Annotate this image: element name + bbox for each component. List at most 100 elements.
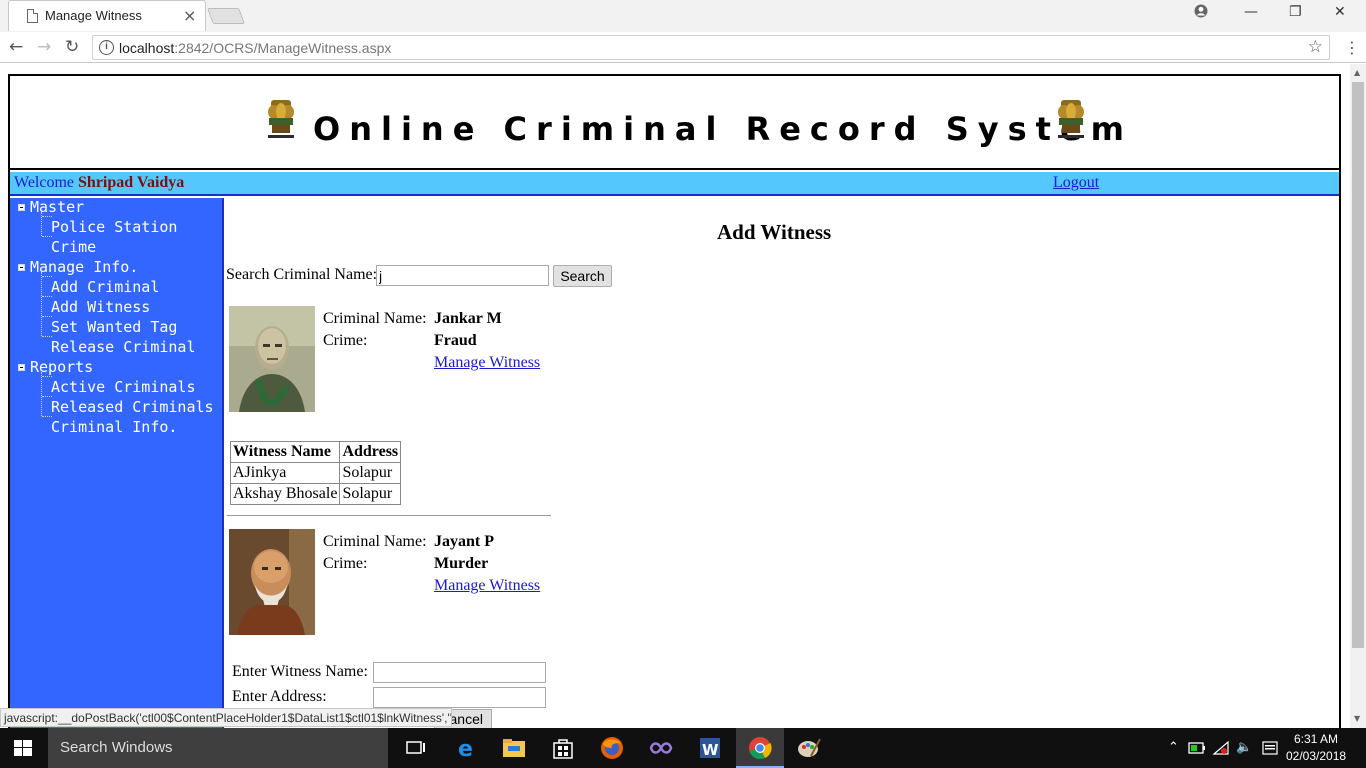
browser-tab[interactable]: Manage Witness × — [8, 0, 206, 31]
nav-item-release-criminal[interactable]: Release Criminal — [51, 338, 196, 356]
witness-name-field[interactable] — [373, 662, 546, 683]
criminal-photo — [229, 306, 315, 412]
url-text: localhost:2842/OCRS/ManageWitness.aspx — [119, 40, 392, 56]
tab-title: Manage Witness — [45, 8, 142, 23]
paint-icon[interactable] — [795, 734, 823, 762]
browser-menu-icon[interactable]: ⋮ — [1344, 38, 1360, 57]
crime-label: Crime: — [323, 555, 368, 572]
word-icon[interactable]: W — [696, 734, 724, 762]
table-row: Akshay Bhosale Solapur — [229, 483, 402, 505]
collapse-icon[interactable] — [18, 264, 25, 271]
page-icon — [27, 9, 38, 23]
file-explorer-icon[interactable] — [500, 734, 528, 762]
search-input[interactable] — [376, 265, 549, 286]
nav-item-set-wanted-tag[interactable]: Set Wanted Tag — [51, 318, 177, 336]
criminal-photo — [229, 529, 315, 635]
emblem-icon — [268, 100, 294, 138]
crime-value: Fraud — [434, 332, 477, 349]
minimize-icon[interactable]: — — [1244, 4, 1258, 20]
clock-time: 6:31 AM — [1293, 732, 1339, 746]
nav-item-active-criminals[interactable]: Active Criminals — [51, 378, 196, 396]
system-clock[interactable]: 6:31 AM 02/03/2018 — [1286, 731, 1346, 765]
back-icon[interactable]: ← — [9, 37, 23, 57]
nav-group-manage-info[interactable]: Manage Info. — [30, 258, 138, 276]
site-title: Online Criminal Record System — [313, 110, 1133, 148]
scroll-thumb[interactable] — [1352, 82, 1364, 648]
search-label: Search Criminal Name: — [226, 266, 378, 283]
emblem-icon — [1058, 100, 1084, 138]
criminal-name: Jankar M — [434, 310, 502, 327]
welcome-text: Welcome Shripad Vaidya — [14, 174, 185, 191]
edge-icon[interactable]: e — [452, 734, 480, 762]
status-bar-url: javascript:__doPostBack('ctl00$ContentPl… — [0, 708, 452, 727]
page-viewport: Online Criminal Record System Welcome Sh… — [0, 64, 1350, 728]
criminal-name-label: Criminal Name: — [323, 310, 427, 327]
divider — [227, 515, 551, 516]
criminal-name: Jayant P — [434, 533, 494, 550]
collapse-icon[interactable] — [18, 204, 25, 211]
table-cell: Solapur — [339, 462, 402, 484]
profile-icon[interactable] — [1194, 4, 1208, 22]
reload-icon[interactable]: ↻ — [65, 37, 79, 57]
info-icon[interactable]: i — [99, 40, 114, 55]
restore-icon[interactable]: ❐ — [1289, 4, 1302, 20]
column-header: Witness Name — [229, 441, 341, 463]
close-window-icon[interactable]: ✕ — [1334, 4, 1346, 20]
crime-label: Crime: — [323, 332, 368, 349]
chrome-icon[interactable] — [746, 734, 774, 762]
user-name: Shripad Vaidya — [78, 174, 185, 191]
site-header: Online Criminal Record System — [10, 76, 1339, 170]
nav-group-reports[interactable]: Reports — [30, 358, 93, 376]
new-tab-button[interactable] — [207, 8, 245, 24]
witness-name-label: Enter Witness Name: — [232, 663, 368, 680]
manage-witness-link[interactable]: Manage Witness — [434, 354, 540, 372]
nav-item-add-criminal[interactable]: Add Criminal — [51, 278, 159, 296]
sidebar-nav: Master Police Station Crime Manage Info.… — [10, 198, 224, 728]
welcome-bar: Welcome Shripad Vaidya Logout — [10, 172, 1339, 196]
network-icon[interactable] — [1212, 740, 1230, 756]
taskbar: Search Windows e W ⌃ 🔈 6:31 AM 02/03/201… — [0, 728, 1366, 768]
criminal-name-label: Criminal Name: — [323, 533, 427, 550]
taskbar-search[interactable]: Search Windows — [48, 728, 388, 768]
nav-item-crime[interactable]: Crime — [51, 238, 96, 256]
keyboard-icon[interactable] — [1262, 740, 1278, 756]
scroll-up-icon[interactable]: ▲ — [1354, 68, 1360, 77]
nav-group-master[interactable]: Master — [30, 198, 84, 216]
firefox-icon[interactable] — [598, 734, 626, 762]
bookmark-star-icon[interactable]: ☆ — [1308, 37, 1323, 57]
table-header-row: Witness Name Address — [229, 441, 402, 463]
visual-studio-icon[interactable] — [647, 734, 675, 762]
table-cell: AJinkya — [229, 462, 341, 484]
clock-date: 02/03/2018 — [1286, 749, 1347, 763]
collapse-icon[interactable] — [18, 364, 25, 371]
volume-icon[interactable]: 🔈 — [1236, 740, 1252, 755]
address-field[interactable] — [373, 687, 546, 708]
tray-chevron-icon[interactable]: ⌃ — [1168, 740, 1179, 755]
search-button[interactable]: Search — [553, 265, 612, 287]
taskbar-search-placeholder: Search Windows — [60, 739, 173, 756]
nav-item-criminal-info[interactable]: Criminal Info. — [51, 418, 177, 436]
nav-item-police-station[interactable]: Police Station — [51, 218, 177, 236]
manage-witness-link[interactable]: Manage Witness — [434, 577, 540, 595]
column-header: Address — [339, 441, 402, 463]
vertical-scrollbar[interactable]: ▲ ▼ — [1350, 64, 1366, 728]
store-icon[interactable] — [549, 734, 577, 762]
battery-icon[interactable] — [1188, 740, 1206, 756]
browser-tab-strip: Manage Witness × — ❐ ✕ — [0, 0, 1366, 32]
page-frame: Online Criminal Record System Welcome Sh… — [8, 74, 1341, 728]
scroll-down-icon[interactable]: ▼ — [1354, 714, 1360, 723]
table-row: AJinkya Solapur — [229, 462, 402, 484]
address-bar[interactable]: i localhost:2842/OCRS/ManageWitness.aspx… — [92, 35, 1330, 60]
close-tab-icon[interactable]: × — [183, 6, 196, 25]
windows-start-icon[interactable] — [14, 740, 32, 756]
forward-icon[interactable]: → — [37, 37, 51, 57]
witness-table: Witness Name Address AJinkya Solapur Aks… — [229, 441, 402, 505]
nav-item-add-witness[interactable]: Add Witness — [51, 298, 150, 316]
browser-toolbar: ← → ↻ i localhost:2842/OCRS/ManageWitnes… — [0, 32, 1366, 63]
main-content: Add Witness Search Criminal Name: Search… — [225, 198, 1339, 728]
svg-text:W: W — [702, 741, 719, 759]
nav-item-released-criminals[interactable]: Released Criminals — [51, 398, 214, 416]
logout-link[interactable]: Logout — [1053, 174, 1099, 192]
page-title: Add Witness — [717, 220, 832, 244]
task-view-icon[interactable] — [402, 734, 430, 762]
